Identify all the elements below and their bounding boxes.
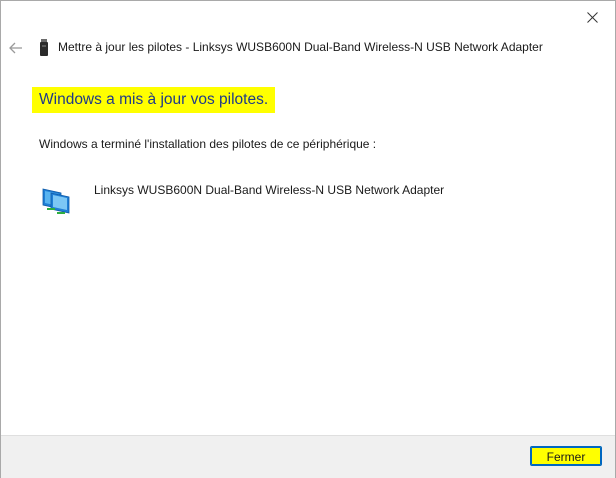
back-arrow-icon xyxy=(9,42,22,54)
close-window-button[interactable] xyxy=(577,4,607,30)
back-button[interactable] xyxy=(7,39,25,57)
device-list-item: Linksys WUSB600N Dual-Band Wireless-N US… xyxy=(39,181,559,217)
network-adapter-icon xyxy=(42,188,70,214)
close-icon xyxy=(586,11,598,23)
device-name: Linksys WUSB600N Dual-Band Wireless-N US… xyxy=(94,183,445,197)
close-button[interactable]: Fermer xyxy=(530,446,602,466)
dialog-title-bar: Mettre à jour les pilotes - Linksys WUSB… xyxy=(1,36,615,60)
installation-complete-text: Windows a terminé l'installation des pil… xyxy=(39,137,377,151)
update-drivers-dialog: Mettre à jour les pilotes - Linksys WUSB… xyxy=(0,0,616,478)
success-heading: Windows a mis à jour vos pilotes. xyxy=(32,87,276,113)
dialog-title: Mettre à jour les pilotes - Linksys WUSB… xyxy=(58,40,543,54)
usb-device-icon xyxy=(40,39,48,56)
dialog-footer: Fermer xyxy=(1,435,615,478)
